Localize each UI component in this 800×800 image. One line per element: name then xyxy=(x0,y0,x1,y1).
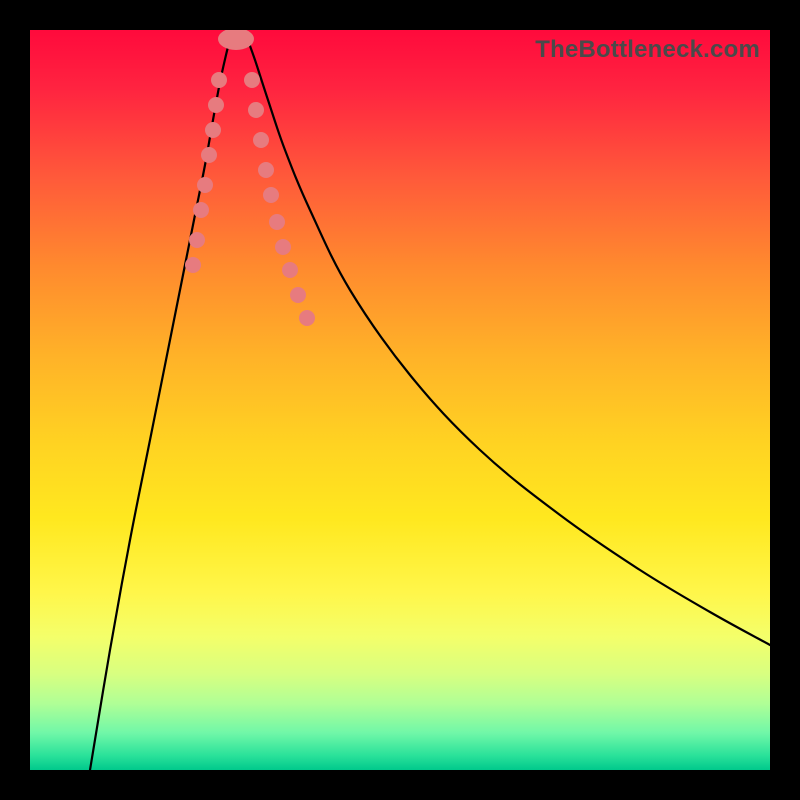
data-point xyxy=(244,72,260,88)
vertex-blob xyxy=(218,30,254,50)
data-point xyxy=(193,202,209,218)
data-point xyxy=(201,147,217,163)
data-point xyxy=(205,122,221,138)
data-point xyxy=(269,214,285,230)
data-point xyxy=(299,310,315,326)
data-point xyxy=(253,132,269,148)
data-point xyxy=(197,177,213,193)
marker-layer xyxy=(30,30,770,770)
data-point xyxy=(189,232,205,248)
chart-frame: TheBottleneck.com xyxy=(0,0,800,800)
data-point xyxy=(282,262,298,278)
data-point xyxy=(208,97,224,113)
data-point xyxy=(211,72,227,88)
data-point xyxy=(248,102,264,118)
data-point xyxy=(185,257,201,273)
data-point xyxy=(290,287,306,303)
data-point xyxy=(275,239,291,255)
scatter-left xyxy=(185,72,227,273)
data-point xyxy=(258,162,274,178)
plot-area: TheBottleneck.com xyxy=(30,30,770,770)
data-point xyxy=(263,187,279,203)
watermark-text: TheBottleneck.com xyxy=(535,36,760,64)
scatter-right xyxy=(244,72,315,326)
